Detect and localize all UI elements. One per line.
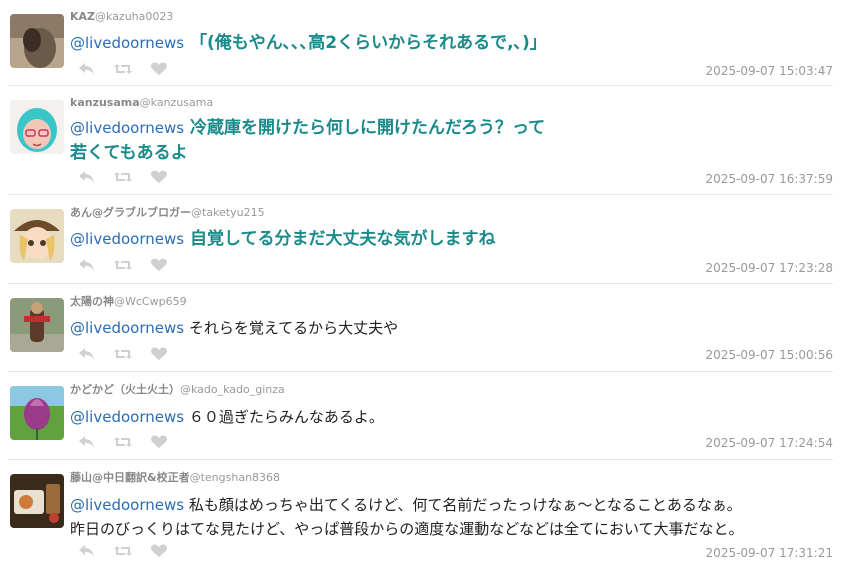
tweet-text-line: 「(俺もやん､､､高2くらいからそれあるで,､)」 — [189, 33, 547, 53]
like-icon[interactable] — [150, 435, 168, 449]
tweet: kanzusama@kanzusama @livedoornews 冷蔵庫を開け… — [0, 86, 843, 195]
reply-icon[interactable] — [78, 347, 96, 361]
tweet-text: @livedoornews ６０過ぎたらみんなあるよ。 — [70, 405, 823, 429]
avatar[interactable] — [10, 474, 64, 528]
tweet: 藤山@中日翻訳&校正者@tengshan8368 @livedoornews 私… — [0, 460, 843, 565]
display-name[interactable]: あん@グラブルブロガー — [70, 206, 191, 219]
tweet-text: @livedoornews 冷蔵庫を開けたら何しに開けたんだろう？って 若くても… — [70, 116, 823, 166]
display-name[interactable]: 藤山@中日翻訳&校正者 — [70, 471, 190, 484]
retweet-icon[interactable] — [114, 544, 132, 558]
tweet: 太陽の神@WcCwp659 @livedoornews それらを覚えてるから大丈… — [0, 284, 843, 372]
retweet-icon[interactable] — [114, 347, 132, 361]
avatar[interactable] — [10, 209, 64, 263]
retweet-icon[interactable] — [114, 435, 132, 449]
timestamp[interactable]: 2025-09-07 15:03:47 — [706, 64, 833, 78]
avatar[interactable] — [10, 100, 64, 154]
screen-name[interactable]: @WcCwp659 — [114, 295, 187, 308]
display-name[interactable]: kanzusama — [70, 96, 140, 109]
avatar[interactable] — [10, 14, 64, 68]
avatar[interactable] — [10, 386, 64, 440]
reply-icon[interactable] — [78, 544, 96, 558]
tweet-actions — [78, 257, 168, 273]
reply-icon[interactable] — [78, 258, 96, 272]
tweet-actions — [78, 346, 168, 362]
screen-name[interactable]: @kanzusama — [140, 96, 214, 109]
reply-icon[interactable] — [78, 435, 96, 449]
mention-link[interactable]: @livedoornews — [70, 319, 184, 337]
reply-icon[interactable] — [78, 170, 96, 184]
timestamp[interactable]: 2025-09-07 17:24:54 — [706, 436, 833, 450]
like-icon[interactable] — [150, 62, 168, 76]
tweet-text-line: 冷蔵庫を開けたら何しに開けたんだろう？って — [189, 118, 546, 138]
screen-name[interactable]: @taketyu215 — [191, 206, 265, 219]
display-name[interactable]: 太陽の神 — [70, 295, 114, 308]
tweet-text-line: 私も顔はめっちゃ出てくるけど、何て名前だったっけなぁ～となることあるなぁ。 — [188, 496, 742, 514]
timestamp[interactable]: 2025-09-07 17:31:21 — [706, 546, 833, 560]
display-name[interactable]: KAZ — [70, 10, 95, 23]
retweet-icon[interactable] — [114, 170, 132, 184]
mention-link[interactable]: @livedoornews — [70, 496, 184, 514]
timestamp[interactable]: 2025-09-07 15:00:56 — [706, 348, 833, 362]
screen-name[interactable]: @tengshan8368 — [190, 471, 280, 484]
screen-name[interactable]: @kazuha0023 — [95, 10, 173, 23]
tweet-text: @livedoornews 「(俺もやん､､､高2くらいからそれあるで,､)」 — [70, 31, 823, 56]
mention-link[interactable]: @livedoornews — [70, 230, 184, 248]
tweet-text: @livedoornews 自覚してる分まだ大丈夫な気がしますね — [70, 227, 823, 252]
tweet-text: @livedoornews 私も顔はめっちゃ出てくるけど、何て名前だったっけなぁ… — [70, 493, 823, 541]
tweet-text-line: それらを覚えてるから大丈夫や — [188, 319, 399, 337]
avatar[interactable] — [10, 298, 64, 352]
mention-link[interactable]: @livedoornews — [70, 408, 184, 426]
like-icon[interactable] — [150, 347, 168, 361]
tweet: あん@グラブルブロガー@taketyu215 @livedoornews 自覚し… — [0, 195, 843, 284]
screen-name[interactable]: @kado_kado_ginza — [180, 383, 285, 396]
tweet: KAZ@kazuha0023 @livedoornews 「(俺もやん､､､高2… — [0, 0, 843, 86]
tweet-actions — [78, 434, 168, 450]
retweet-icon[interactable] — [114, 62, 132, 76]
mention-link[interactable]: @livedoornews — [70, 34, 184, 52]
like-icon[interactable] — [150, 544, 168, 558]
tweet-actions — [78, 543, 168, 559]
timestamp[interactable]: 2025-09-07 17:23:28 — [706, 261, 833, 275]
timestamp[interactable]: 2025-09-07 16:37:59 — [706, 172, 833, 186]
tweet: かどかど（火土火土）@kado_kado_ginza @livedoornews… — [0, 372, 843, 460]
display-name[interactable]: かどかど（火土火土） — [70, 383, 180, 396]
tweet-actions — [78, 61, 168, 77]
reply-icon[interactable] — [78, 62, 96, 76]
tweet-text-line: 自覚してる分まだ大丈夫な気がしますね — [189, 229, 496, 249]
mention-link[interactable]: @livedoornews — [70, 119, 184, 137]
tweet-text-line: 昨日のびっくりはてな見たけど、やっぱ普段からの適度な運動などなどは全てにおいて大… — [70, 520, 744, 538]
tweet-actions — [78, 169, 168, 185]
tweet-text-line: ６０過ぎたらみんなあるよ。 — [188, 408, 384, 426]
retweet-icon[interactable] — [114, 258, 132, 272]
tweet-text: @livedoornews それらを覚えてるから大丈夫や — [70, 316, 823, 340]
like-icon[interactable] — [150, 170, 168, 184]
tweet-text-line: 若くてもあるよ — [70, 143, 188, 163]
like-icon[interactable] — [150, 258, 168, 272]
